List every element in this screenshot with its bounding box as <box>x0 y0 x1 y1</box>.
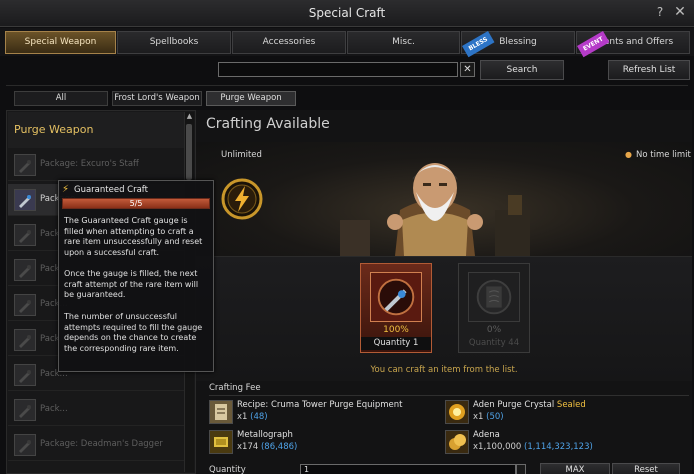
close-button[interactable]: ✕ <box>672 4 688 22</box>
list-item-label: Package: Excuro's Staff <box>40 159 139 169</box>
scroll-icon <box>468 272 520 322</box>
list-item-label: Pack... <box>40 404 68 414</box>
material-count: x1 (48) <box>237 412 268 422</box>
weapon-icon <box>14 399 36 421</box>
material-name: Adena <box>473 430 500 440</box>
tooltip-paragraph: Once the gauge is filled, the next craft… <box>64 269 199 299</box>
help-button[interactable]: ? <box>653 5 667 21</box>
rare-slot-quantity: Quantity 1 <box>361 337 431 350</box>
material-metallograph[interactable]: Metallograph x174 (86,486) <box>209 430 439 456</box>
scroll-thumb[interactable] <box>186 124 192 180</box>
guaranteed-craft-gauge-icon[interactable] <box>221 178 263 220</box>
list-item-label: Package: Deadman's Dagger <box>40 439 163 449</box>
divider <box>6 85 688 86</box>
list-item[interactable]: Package: Excuro's Staff <box>8 149 184 181</box>
common-slot-percent: 0% <box>486 325 502 335</box>
material-name: Metallograph <box>237 430 293 440</box>
clear-search-button[interactable]: ✕ <box>460 62 475 77</box>
tooltip-title: Guaranteed Craft <box>74 185 148 195</box>
craft-slot-area <box>196 256 692 381</box>
material-purge-crystal[interactable]: Aden Purge Crystal Sealed x1 (50) <box>445 400 675 426</box>
crafting-fee-label: Crafting Fee <box>209 383 261 393</box>
list-item[interactable]: Pack... <box>8 394 184 426</box>
weapon-icon <box>14 154 36 176</box>
tab-accessories[interactable]: Accessories <box>232 31 346 54</box>
adena-coin-icon <box>445 430 469 454</box>
weapon-icon <box>14 259 36 281</box>
tooltip-paragraph: The Guaranteed Craft gauge is filled whe… <box>64 216 203 257</box>
weapon-icon <box>14 434 36 456</box>
craft-message: You can craft an item from the list. <box>370 365 518 375</box>
common-slot-quantity: Quantity 44 <box>468 338 520 348</box>
crystal-icon <box>445 400 469 424</box>
list-item[interactable]: Package: Deadman's Dagger <box>8 429 184 461</box>
unlimited-label: Unlimited <box>221 150 262 160</box>
tab-spellbooks[interactable]: Spellbooks <box>117 31 231 54</box>
search-button[interactable]: Search <box>480 60 564 80</box>
quantity-input[interactable]: 1 <box>300 464 516 474</box>
crafting-heading: Crafting Available <box>206 116 330 132</box>
search-input[interactable] <box>218 62 458 77</box>
recipe-icon <box>209 400 233 424</box>
material-count: x1 (50) <box>473 412 504 422</box>
rare-slot-percent: 100% <box>383 325 409 335</box>
material-name: Aden Purge Crystal Sealed <box>473 400 586 410</box>
quantity-stepper[interactable] <box>516 464 526 474</box>
blacksmith-npc-image <box>340 163 530 256</box>
material-count: x174 (86,486) <box>237 442 298 452</box>
filter-purge-weapon[interactable]: Purge Weapon <box>206 91 296 106</box>
tooltip-paragraph: The number of unsuccessful attempts requ… <box>64 312 203 353</box>
scroll-up-arrow-icon[interactable]: ▲ <box>185 112 194 121</box>
window-title: Special Craft <box>308 6 386 20</box>
tab-misc[interactable]: Misc. <box>347 31 460 54</box>
list-category-title: Purge Weapon <box>14 123 94 136</box>
metallograph-icon <box>209 430 233 454</box>
weapon-icon <box>14 224 36 246</box>
max-button[interactable]: MAX <box>540 463 610 474</box>
filter-all[interactable]: All <box>14 91 108 106</box>
time-limit-label: No time limit <box>636 150 691 160</box>
fee-divider <box>209 395 689 396</box>
gauge-value: 5/5 <box>129 199 143 208</box>
material-name: Recipe: Cruma Tower Purge Equipment <box>237 400 403 410</box>
dagger-icon <box>370 272 422 322</box>
weapon-icon <box>14 294 36 316</box>
weapon-icon <box>14 364 36 386</box>
reset-button[interactable]: Reset <box>612 463 680 474</box>
refresh-list-button[interactable]: Refresh List <box>608 60 690 80</box>
quantity-label: Quantity <box>209 465 246 474</box>
lightning-icon: ⚡ <box>62 184 70 195</box>
weapon-icon <box>14 189 36 211</box>
weapon-icon <box>14 329 36 351</box>
filter-frost-lords-weapon[interactable]: Frost Lord's Weapon <box>112 91 202 106</box>
material-adena[interactable]: Adena x1,100,000 (1,114,323,123) <box>445 430 675 456</box>
tab-special-weapon[interactable]: Special Weapon <box>5 31 116 54</box>
time-limit-icon: ● <box>625 150 632 159</box>
material-recipe[interactable]: Recipe: Cruma Tower Purge Equipment x1 (… <box>209 400 439 426</box>
material-count: x1,100,000 (1,114,323,123) <box>473 442 593 452</box>
